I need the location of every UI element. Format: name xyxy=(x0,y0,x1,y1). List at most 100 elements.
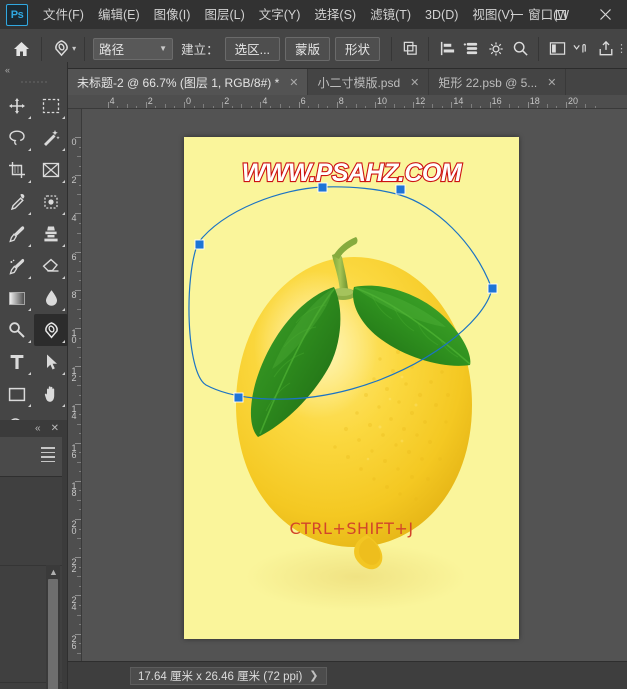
brush-tool[interactable] xyxy=(0,218,34,250)
scrollbar-thumb[interactable] xyxy=(48,579,58,689)
move-tool[interactable] xyxy=(0,90,34,122)
panel-menu-button[interactable] xyxy=(41,447,55,465)
toolbar-collapse-button[interactable]: « xyxy=(0,62,67,78)
rectangular-marquee-tool[interactable] xyxy=(34,90,68,122)
ruler-h-tick xyxy=(336,102,338,108)
ruler-h-tick xyxy=(375,102,376,108)
gradient-tool[interactable] xyxy=(0,282,34,314)
vertical-ruler[interactable]: 02468101214161820222426 xyxy=(68,109,82,661)
tab-close-icon[interactable]: ✕ xyxy=(410,76,419,89)
panel-scrollbar[interactable]: ▲ xyxy=(46,565,60,689)
path-arrow-icon xyxy=(46,354,57,370)
menu-filter[interactable]: 滤镜(T) xyxy=(363,4,418,26)
eraser-tool[interactable] xyxy=(34,250,68,282)
crop-icon xyxy=(9,162,25,178)
home-icon xyxy=(13,41,29,56)
tab-juxing-22[interactable]: 矩形 22.psb @ 5... ✕ xyxy=(429,69,567,95)
close-button[interactable] xyxy=(583,0,627,29)
make-mask-button[interactable]: 蒙版 xyxy=(285,36,331,61)
menu-image[interactable]: 图像(I) xyxy=(147,4,198,26)
workspace-panel-button[interactable] xyxy=(546,36,568,62)
history-undo-button[interactable] xyxy=(570,36,592,62)
tab-untitled-2[interactable]: 未标题-2 @ 66.7% (图层 1, RGB/8#) * ✕ xyxy=(68,69,309,95)
left-panel-header: « ✕ xyxy=(0,420,67,437)
workspace-panel-icon xyxy=(549,42,565,55)
ruler-v-tick xyxy=(75,404,81,406)
ruler-v-label: 14 xyxy=(71,404,77,422)
ruler-h-minor-tick xyxy=(203,104,205,108)
clone-stamp-tool[interactable] xyxy=(34,218,68,250)
panel-collapse-icon[interactable]: « xyxy=(35,423,41,434)
ruler-v-minor-tick xyxy=(78,509,81,511)
pen-tool-icon xyxy=(54,40,68,57)
magic-wand-tool[interactable] xyxy=(34,122,68,154)
path-options-button[interactable] xyxy=(485,36,507,62)
minimize-button[interactable] xyxy=(495,0,539,29)
path-arrangement-button[interactable] xyxy=(460,36,482,62)
home-button[interactable] xyxy=(7,34,35,64)
document-canvas[interactable]: WWW.PSAHZ.COM CTRL+SHIFT+J xyxy=(184,137,519,639)
ruler-v-tick xyxy=(75,519,81,520)
path-alignment-icon xyxy=(440,41,454,56)
history-brush-tool[interactable] xyxy=(0,250,34,282)
menu-3d[interactable]: 3D(D) xyxy=(418,4,465,26)
menu-edit[interactable]: 编辑(E) xyxy=(91,4,147,26)
lasso-icon xyxy=(9,130,25,146)
horizontal-type-tool[interactable] xyxy=(0,346,34,378)
zoom-search-button[interactable] xyxy=(509,36,531,62)
make-selection-button[interactable]: 选区... xyxy=(224,36,281,61)
spot-healing-brush-tool[interactable] xyxy=(34,186,68,218)
ruler-h-minor-tick xyxy=(585,104,587,108)
horizontal-ruler[interactable]: 4 2 0 2 4 6 8 10 12 14 16 18 20 xyxy=(68,95,627,109)
eyedropper-tool[interactable] xyxy=(0,186,34,218)
tab-close-icon[interactable]: ✕ xyxy=(547,76,556,89)
make-shape-button[interactable]: 形状 xyxy=(335,36,381,61)
ruler-h-minor-tick xyxy=(365,105,367,108)
ruler-v-tick xyxy=(75,175,81,177)
menu-type[interactable]: 文字(Y) xyxy=(252,4,308,26)
rectangle-tool[interactable] xyxy=(0,378,34,410)
maximize-button[interactable] xyxy=(539,0,583,29)
path-selection-tool[interactable] xyxy=(34,346,68,378)
scroll-up-icon[interactable]: ▲ xyxy=(49,567,58,577)
path-alignment-button[interactable] xyxy=(436,36,458,62)
hand-tool[interactable] xyxy=(34,378,68,410)
document-tab-bar: 未标题-2 @ 66.7% (图层 1, RGB/8#) * ✕ 小二寸模版.p… xyxy=(68,69,627,95)
panel-close-icon[interactable]: ✕ xyxy=(51,423,59,434)
ruler-h-minor-tick xyxy=(394,104,396,108)
ruler-h-minor-tick xyxy=(499,105,501,108)
tab-close-icon[interactable]: ✕ xyxy=(289,76,298,89)
ruler-h-tick xyxy=(298,102,300,108)
menu-layer[interactable]: 图层(L) xyxy=(197,4,251,26)
active-tool-pen-button[interactable] xyxy=(48,34,74,64)
ruler-h-minor-tick xyxy=(384,105,386,108)
toolbar-drag-handle[interactable] xyxy=(20,78,47,87)
left-panel-content: ▲ xyxy=(0,477,62,689)
share-export-button[interactable] xyxy=(595,36,617,62)
tool-preset-chevron-icon[interactable]: ▾ xyxy=(72,44,76,53)
canvas-area[interactable]: WWW.PSAHZ.COM CTRL+SHIFT+J xyxy=(82,109,627,661)
ruler-v-label: 26 xyxy=(71,633,77,651)
menu-file[interactable]: 文件(F) xyxy=(36,4,91,26)
document-size-indicator[interactable]: 17.64 厘米 x 26.46 厘米 (72 ppi) ❯ xyxy=(130,666,327,685)
path-mode-select[interactable]: 路径 ▼ xyxy=(93,37,174,60)
blur-tool[interactable] xyxy=(34,282,68,314)
hint-text: CTRL+SHIFT+J xyxy=(289,519,414,538)
options-overflow-icon[interactable]: ⋮ xyxy=(616,42,627,55)
dodge-tool[interactable] xyxy=(0,314,34,346)
frame-tool[interactable] xyxy=(34,154,68,186)
status-expand-icon[interactable]: ❯ xyxy=(309,669,318,682)
lasso-tool[interactable] xyxy=(0,122,34,154)
ruler-v-minor-tick xyxy=(78,356,81,358)
tab-xiaoercun-moban[interactable]: 小二寸模版.psd ✕ xyxy=(308,69,430,95)
ruler-v-tick xyxy=(75,633,81,635)
ruler-h-minor-tick xyxy=(155,105,157,108)
ruler-v-minor-tick xyxy=(78,624,81,626)
pen-tool[interactable] xyxy=(34,314,68,346)
menu-select[interactable]: 选择(S) xyxy=(307,4,363,26)
crop-tool[interactable] xyxy=(0,154,34,186)
ruler-v-label: 16 xyxy=(71,442,77,460)
path-operations-button[interactable] xyxy=(399,36,421,62)
ruler-v-minor-tick xyxy=(78,413,81,415)
ruler-v-label: 8 xyxy=(71,289,77,300)
